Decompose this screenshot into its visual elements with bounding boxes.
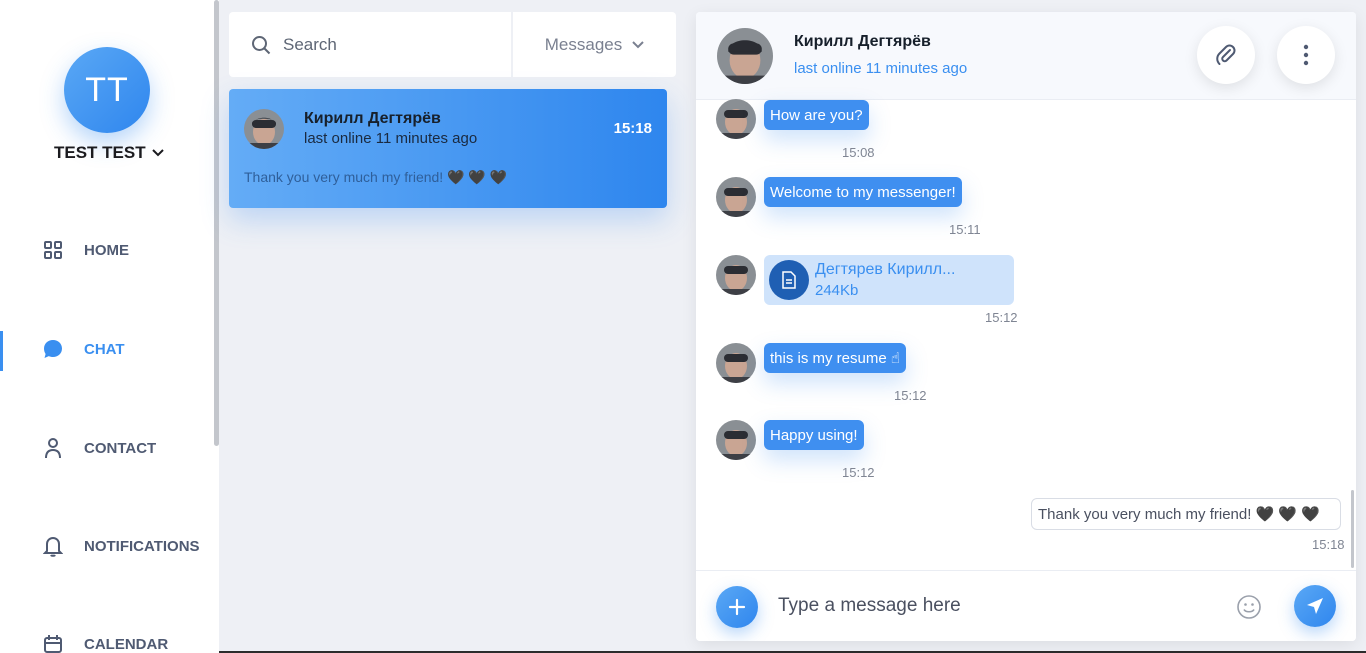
active-indicator (0, 331, 3, 371)
message-avatar (716, 420, 756, 460)
user-avatar[interactable]: TT (64, 47, 150, 133)
sidebar-item-label: HOME (84, 241, 129, 259)
contact-status: last online 11 minutes ago (304, 130, 478, 147)
sidebar-item-label: NOTIFICATIONS (84, 537, 200, 555)
message-time: 15:12 (894, 388, 927, 403)
conversation-panel: Search Messages Кирилл Дегтярёв last onl… (219, 0, 685, 653)
sidebar-item-home[interactable]: HOME (42, 239, 129, 261)
message-avatar (716, 177, 756, 217)
message-input[interactable] (778, 591, 1218, 621)
search-input[interactable]: Search (229, 12, 511, 77)
sidebar-item-contact[interactable]: CONTACT (42, 437, 156, 459)
message-time: 15:11 (949, 222, 981, 237)
search-placeholder: Search (283, 34, 337, 54)
file-size: 244Kb (815, 282, 859, 299)
add-attachment-button[interactable] (716, 586, 758, 628)
message-text: Happy using! (770, 426, 858, 444)
message-time: 15:12 (985, 310, 1018, 325)
message-bubble: Welcome to my messenger! (764, 177, 962, 207)
contact-avatar[interactable] (717, 28, 773, 84)
user-initials: TT (85, 70, 129, 109)
more-vertical-icon (1303, 44, 1309, 66)
sidebar-item-label: CHAT (84, 340, 125, 358)
chat-contact-status: last online 11 minutes ago (794, 60, 968, 77)
message-text: this is my resume ☝ (770, 350, 900, 367)
contact-avatar (244, 109, 284, 149)
bell-icon (42, 535, 64, 557)
message-time: 15:12 (842, 465, 875, 480)
attach-button[interactable] (1197, 26, 1255, 84)
conversation-time: 15:18 (613, 120, 652, 137)
emoji-button[interactable] (1235, 593, 1263, 621)
person-icon (42, 437, 64, 459)
sidebar-item-label: CALENDAR (84, 635, 169, 653)
user-menu[interactable]: TEST TEST (54, 143, 164, 163)
smiley-icon (1237, 595, 1261, 619)
chat-panel: Кирилл Дегтярёв last online 11 minutes a… (696, 12, 1356, 641)
message-time: 15:18 (1312, 537, 1345, 552)
conversation-preview: Thank you very much my friend! 🖤 🖤 🖤 (244, 169, 508, 185)
message-avatar (716, 99, 756, 139)
chevron-down-icon (151, 149, 164, 157)
contact-name: Кирилл Дегтярёв (304, 110, 441, 127)
send-button[interactable] (1294, 585, 1336, 627)
own-message-bubble: Thank you very much my friend! 🖤 🖤 🖤 (1031, 498, 1341, 530)
filter-label: Messages (544, 34, 623, 54)
chat-bubble-icon (42, 338, 64, 360)
sidebar: TT TEST TEST HOME CHAT CONTACT NOTIFICAT… (0, 0, 219, 653)
plus-icon (728, 598, 746, 616)
message-filter-dropdown[interactable]: Messages (513, 12, 676, 77)
more-options-button[interactable] (1277, 26, 1335, 84)
document-icon (769, 260, 809, 300)
file-attachment[interactable]: Дегтярев Кирилл... 244Kb (764, 255, 1014, 305)
user-name: TEST TEST (54, 143, 146, 162)
sidebar-item-notifications[interactable]: NOTIFICATIONS (42, 535, 200, 557)
messenger-app: TT TEST TEST HOME CHAT CONTACT NOTIFICAT… (0, 0, 1366, 653)
chat-scrollbar[interactable] (1351, 490, 1354, 568)
sidebar-item-label: CONTACT (84, 439, 157, 457)
message-text: Thank you very much my friend! 🖤 🖤 🖤 (1038, 506, 1320, 523)
file-name: Дегтярев Кирилл... (815, 261, 956, 278)
search-icon (252, 35, 271, 54)
message-avatar (716, 343, 756, 383)
message-time: 15:08 (842, 145, 875, 160)
message-bubble: How are you? (764, 100, 869, 130)
message-bubble: Happy using! (764, 420, 864, 450)
sidebar-item-calendar[interactable]: CALENDAR (42, 633, 168, 653)
chat-header: Кирилл Дегтярёв last online 11 minutes a… (696, 12, 1356, 100)
chat-contact-name: Кирилл Дегтярёв (794, 33, 931, 50)
message-avatar (716, 255, 756, 295)
message-bubble: this is my resume ☝ (764, 343, 906, 373)
chevron-down-icon (632, 40, 644, 48)
message-text: How are you? (770, 106, 863, 124)
message-text: Welcome to my messenger! (770, 183, 956, 201)
paperclip-icon (1216, 44, 1236, 65)
send-icon (1307, 598, 1323, 614)
grid-icon (42, 239, 64, 261)
sidebar-item-chat[interactable]: CHAT (42, 338, 125, 360)
message-composer (696, 570, 1356, 641)
conversation-item[interactable]: Кирилл Дегтярёв last online 11 minutes a… (229, 89, 667, 208)
calendar-icon (42, 633, 64, 653)
